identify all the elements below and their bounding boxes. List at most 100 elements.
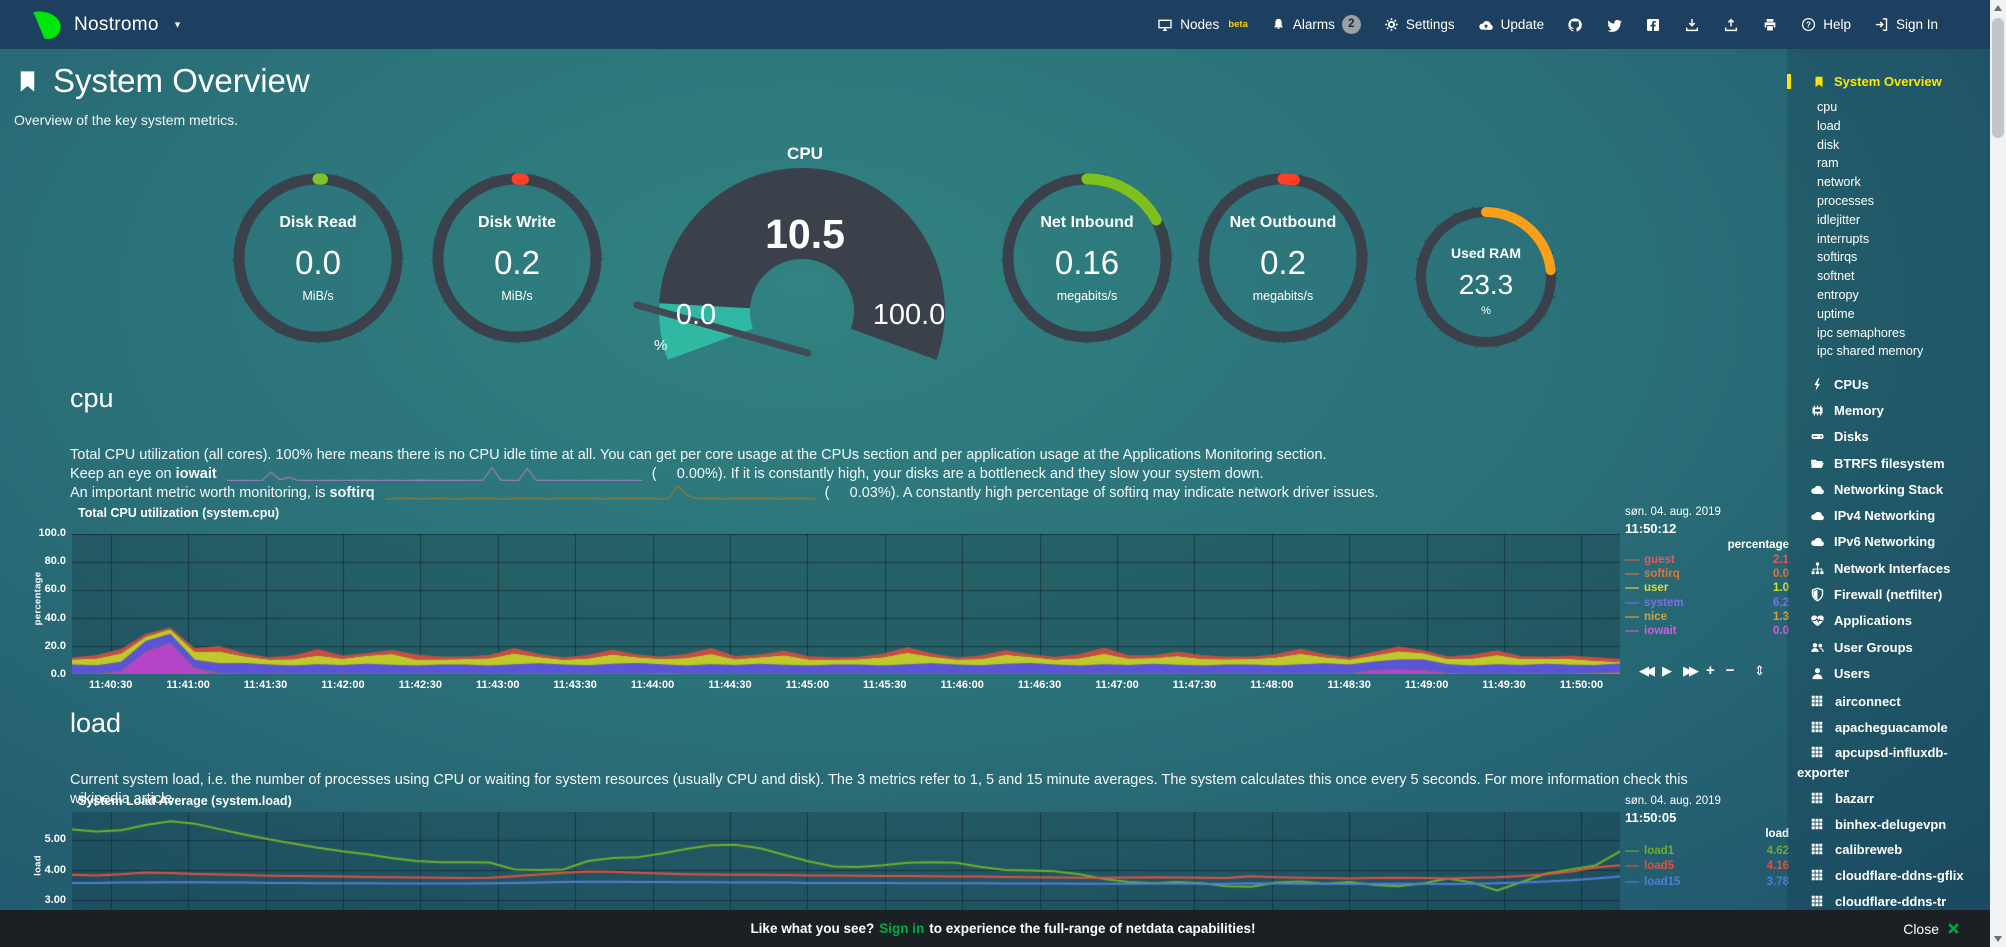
sidebar-sub-item[interactable]: softnet xyxy=(1817,267,1990,286)
cpu-chart-canvas[interactable] xyxy=(72,534,1620,674)
sidebar-sub-item[interactable]: ipc semaphores xyxy=(1817,324,1990,343)
alarms-button[interactable]: Alarms 2 xyxy=(1271,15,1361,34)
hostname: Nostromo xyxy=(74,14,159,36)
sidebar-node-item[interactable]: cloudflare-ddns-gflix xyxy=(1797,863,1971,889)
cpu-gauge-value: 10.5 xyxy=(650,211,960,258)
gauge-disk-read[interactable]: Disk Read 0.0 MiB/s xyxy=(230,170,406,346)
sidebar-item[interactable]: BTRFS filesystem xyxy=(1810,450,1990,476)
printer-icon[interactable] xyxy=(1762,17,1778,33)
load-chart-legend: søn. 04. aug. 2019 11:50:05 load load1 4… xyxy=(1625,795,1789,890)
sidebar-node-item[interactable]: binhex-delugevpn xyxy=(1797,812,1971,838)
github-icon[interactable] xyxy=(1567,17,1583,33)
pan-backward-button[interactable]: ◀◀ xyxy=(1639,664,1651,678)
legend-entry[interactable]: load1 4.62 xyxy=(1625,843,1789,859)
twitter-icon[interactable] xyxy=(1606,17,1622,33)
sidebar-item[interactable]: IPv6 Networking xyxy=(1810,529,1990,555)
banner-text-post: to experience the full-range of netdata … xyxy=(929,921,1255,936)
sidebar-item[interactable]: Firewall (netfilter) xyxy=(1810,581,1990,607)
sidebar-item[interactable]: Users xyxy=(1810,660,1990,686)
sidebar-sub-item[interactable]: ram xyxy=(1817,154,1990,173)
sidebar-sub-item[interactable]: load xyxy=(1817,117,1990,136)
help-button[interactable]: Help xyxy=(1801,17,1851,32)
sidebar-item[interactable]: User Groups xyxy=(1810,634,1990,660)
play-button[interactable]: ▶ xyxy=(1662,664,1672,678)
grid-icon xyxy=(1810,745,1824,759)
gauge-net-outbound[interactable]: Net Outbound 0.2 megabits/s xyxy=(1195,170,1371,346)
netdata-logo xyxy=(30,8,64,42)
legend-entry[interactable]: system 6.2 xyxy=(1625,596,1789,610)
gauge-disk-write[interactable]: Disk Write 0.2 MiB/s xyxy=(429,170,605,346)
vertical-scrollbar[interactable] xyxy=(1990,0,2006,947)
section-heading-load: load xyxy=(70,708,121,739)
cloud-icon xyxy=(1810,508,1825,523)
bookmark-icon xyxy=(14,68,41,95)
gauge-net-inbound[interactable]: Net Inbound 0.16 megabits/s xyxy=(999,170,1175,346)
scroll-down-arrow[interactable] xyxy=(1994,936,2002,942)
legend-entry[interactable]: iowait 0.0 xyxy=(1625,624,1789,638)
cpu-description-line3: An important metric worth monitoring, is… xyxy=(70,484,1710,503)
cpu-description-line1: Total CPU utilization (all cores). 100% … xyxy=(70,446,1710,465)
sidebar-node-item[interactable]: apacheguacamole xyxy=(1797,715,1971,741)
load-description: Current system load, i.e. the number of … xyxy=(70,771,1710,809)
sidebar-item-system-overview[interactable]: System Overview xyxy=(1787,74,1990,89)
legend-entry[interactable]: load5 4.16 xyxy=(1625,859,1789,875)
banner-close-button[interactable]: Close xyxy=(1903,921,1960,937)
scroll-up-arrow[interactable] xyxy=(1994,5,2002,11)
upload-icon[interactable] xyxy=(1723,17,1739,33)
sidebar-sub-item[interactable]: softirqs xyxy=(1817,248,1990,267)
grid-icon xyxy=(1810,791,1824,805)
cpu-chart-toolbar: ◀◀ ▶ ▶▶ + − ⇕ xyxy=(1639,664,1765,678)
bell-icon xyxy=(1271,17,1286,32)
section-heading-cpu: cpu xyxy=(70,383,114,414)
sidebar-sub-item[interactable]: processes xyxy=(1817,192,1990,211)
legend-entry[interactable]: softirq 0.0 xyxy=(1625,567,1789,581)
sidebar-sub-item[interactable]: network xyxy=(1817,173,1990,192)
resize-handle[interactable]: ⇕ xyxy=(1754,664,1765,678)
load-chart-yticks: 5.004.003.00 xyxy=(8,833,66,907)
legend-entry[interactable]: load15 3.78 xyxy=(1625,874,1789,890)
sidebar-sub-item[interactable]: uptime xyxy=(1817,305,1990,324)
sidebar-sub-item[interactable]: cpu xyxy=(1817,98,1990,117)
sidebar-item[interactable]: CPUs xyxy=(1810,371,1990,397)
banner-signin-link[interactable]: Sign in xyxy=(879,921,924,936)
download-icon[interactable] xyxy=(1684,17,1700,33)
update-button[interactable]: Update xyxy=(1478,17,1545,33)
settings-button[interactable]: Settings xyxy=(1384,17,1455,32)
memory-icon xyxy=(1810,403,1825,418)
sidebar-item[interactable]: Applications xyxy=(1810,608,1990,634)
scrollbar-thumb[interactable] xyxy=(1992,18,2004,138)
legend-entry[interactable]: nice 1.3 xyxy=(1625,610,1789,624)
sidebar-node-item[interactable]: bazarr xyxy=(1797,786,1971,812)
nodes-button[interactable]: Nodes beta xyxy=(1157,17,1248,33)
sidebar-node-item[interactable]: calibreweb xyxy=(1797,837,1971,863)
sidebar-item[interactable]: Network Interfaces xyxy=(1810,555,1990,581)
sidebar-sub-item[interactable]: interrupts xyxy=(1817,230,1990,249)
legend-entry[interactable]: user 1.0 xyxy=(1625,581,1789,595)
brand-menu[interactable]: Nostromo ▾ xyxy=(0,8,180,42)
sidebar-item[interactable]: Networking Stack xyxy=(1810,476,1990,502)
zoom-out-button[interactable]: − xyxy=(1726,664,1735,678)
sidebar-sub-item[interactable]: ipc shared memory xyxy=(1817,342,1990,361)
sidebar-node-item[interactable]: apcupsd-influxdb-exporter xyxy=(1797,740,1971,785)
pan-forward-button[interactable]: ▶▶ xyxy=(1683,664,1695,678)
iowait-sparkline xyxy=(227,466,642,481)
facebook-icon[interactable] xyxy=(1645,17,1661,33)
sidebar-item[interactable]: Memory xyxy=(1810,397,1990,423)
signin-button[interactable]: Sign In xyxy=(1874,17,1938,32)
gauge-unit: MiB/s xyxy=(230,289,406,303)
sidebar-sub-item[interactable]: idlejitter xyxy=(1817,211,1990,230)
sidebar-item[interactable]: IPv4 Networking xyxy=(1810,502,1990,528)
gauge-used-ram[interactable]: Used RAM 23.3 % xyxy=(1412,203,1560,351)
gauge-cpu[interactable]: 10.5 0.0 100.0 % xyxy=(650,143,960,368)
sidebar-sub-item[interactable]: disk xyxy=(1817,136,1990,155)
sidebar-node-item[interactable]: airconnect xyxy=(1797,689,1971,715)
cpu-chart-title: Total CPU utilization (system.cpu) xyxy=(78,506,279,520)
zoom-in-button[interactable]: + xyxy=(1706,664,1715,678)
gauge-value: 23.3 xyxy=(1412,269,1560,301)
gauge-value: 0.2 xyxy=(429,244,605,282)
grid-icon xyxy=(1810,894,1824,908)
sidebar-sub-item[interactable]: entropy xyxy=(1817,286,1990,305)
load-chart-title: System Load Average (system.load) xyxy=(78,794,292,808)
legend-entry[interactable]: guest 2.1 xyxy=(1625,553,1789,567)
sidebar-item[interactable]: Disks xyxy=(1810,424,1990,450)
